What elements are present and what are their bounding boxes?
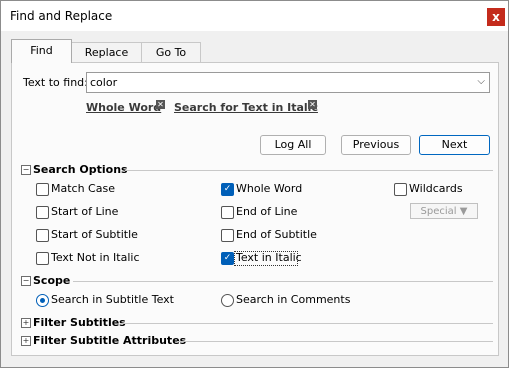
divider — [121, 323, 493, 324]
checkbox-box[interactable] — [36, 252, 49, 265]
remove-whole-word-icon[interactable]: ✕ — [156, 100, 165, 109]
checkbox-box[interactable] — [221, 206, 234, 219]
next-button[interactable]: Next — [419, 135, 490, 155]
text-to-find-value: color — [90, 76, 118, 89]
end-of-line-label: End of Line — [236, 205, 298, 218]
scope-title: Scope — [33, 274, 71, 287]
special-dropdown-button[interactable]: Special ▼ — [410, 203, 478, 219]
chip-text-in-italic[interactable]: Search for Text in Italic — [174, 101, 318, 114]
checkbox-box[interactable] — [36, 183, 49, 196]
tab-label: Replace — [84, 46, 129, 59]
text-to-find-label: Text to find: — [23, 76, 88, 89]
radio-icon[interactable] — [221, 294, 234, 307]
filter-subtitle-attributes-header[interactable]: + Filter Subtitle Attributes — [21, 334, 493, 348]
previous-label: Previous — [352, 138, 400, 151]
match-case-label: Match Case — [51, 182, 115, 195]
expand-icon[interactable]: + — [21, 336, 31, 346]
text-to-find-combobox[interactable]: color ⌵ — [86, 72, 490, 93]
divider — [125, 170, 493, 171]
checkbox-box[interactable] — [36, 206, 49, 219]
search-options-header[interactable]: − Search Options — [21, 163, 493, 177]
divider — [177, 341, 493, 342]
title-bar: Find and Replace x — [1, 1, 508, 31]
collapse-icon[interactable]: − — [21, 276, 31, 286]
tab-replace[interactable]: Replace — [71, 42, 142, 62]
start-of-line-label: Start of Line — [51, 205, 119, 218]
expand-icon[interactable]: + — [21, 318, 31, 328]
tab-go-to[interactable]: Go To — [141, 42, 201, 62]
chevron-down-icon[interactable]: ⌵ — [477, 76, 485, 87]
tab-label: Find — [30, 44, 53, 57]
search-in-subtitle-text-label: Search in Subtitle Text — [51, 293, 174, 306]
checkbox-box[interactable] — [36, 229, 49, 242]
radio-selected-icon[interactable] — [36, 294, 49, 307]
collapse-icon[interactable]: − — [21, 165, 31, 175]
remove-text-in-italic-icon[interactable]: ✕ — [308, 100, 317, 109]
checkbox-box[interactable] — [394, 183, 407, 196]
filter-subtitles-header[interactable]: + Filter Subtitles — [21, 316, 493, 330]
checkbox-checked-icon[interactable]: ✓ — [221, 252, 234, 265]
tab-find[interactable]: Find — [11, 39, 72, 63]
checkbox-checked-icon[interactable]: ✓ — [221, 183, 234, 196]
text-not-in-italic-label: Text Not in Italic — [51, 251, 140, 264]
wildcards-label: Wildcards — [409, 182, 463, 195]
end-of-subtitle-label: End of Subtitle — [236, 228, 317, 241]
focus-rectangle — [234, 251, 298, 266]
previous-button[interactable]: Previous — [341, 135, 411, 155]
search-options-title: Search Options — [33, 163, 128, 176]
close-icon: x — [492, 10, 500, 24]
start-of-subtitle-label: Start of Subtitle — [51, 228, 138, 241]
divider — [73, 281, 493, 282]
search-in-comments-label: Search in Comments — [236, 293, 351, 306]
chip-whole-word[interactable]: Whole Word — [86, 101, 161, 114]
log-all-label: Log All — [274, 138, 312, 151]
next-label: Next — [441, 138, 468, 151]
window-title: Find and Replace — [10, 9, 113, 23]
checkbox-box[interactable] — [221, 229, 234, 242]
log-all-button[interactable]: Log All — [260, 135, 326, 155]
tab-label: Go To — [155, 46, 187, 59]
scope-header[interactable]: − Scope — [21, 274, 493, 288]
find-replace-dialog: Find and Replace x Find Replace Go To Te… — [0, 0, 509, 368]
close-button[interactable]: x — [487, 8, 505, 26]
filter-subtitle-attributes-title: Filter Subtitle Attributes — [33, 334, 187, 347]
whole-word-label: Whole Word — [236, 182, 303, 195]
filter-subtitles-title: Filter Subtitles — [33, 316, 126, 329]
